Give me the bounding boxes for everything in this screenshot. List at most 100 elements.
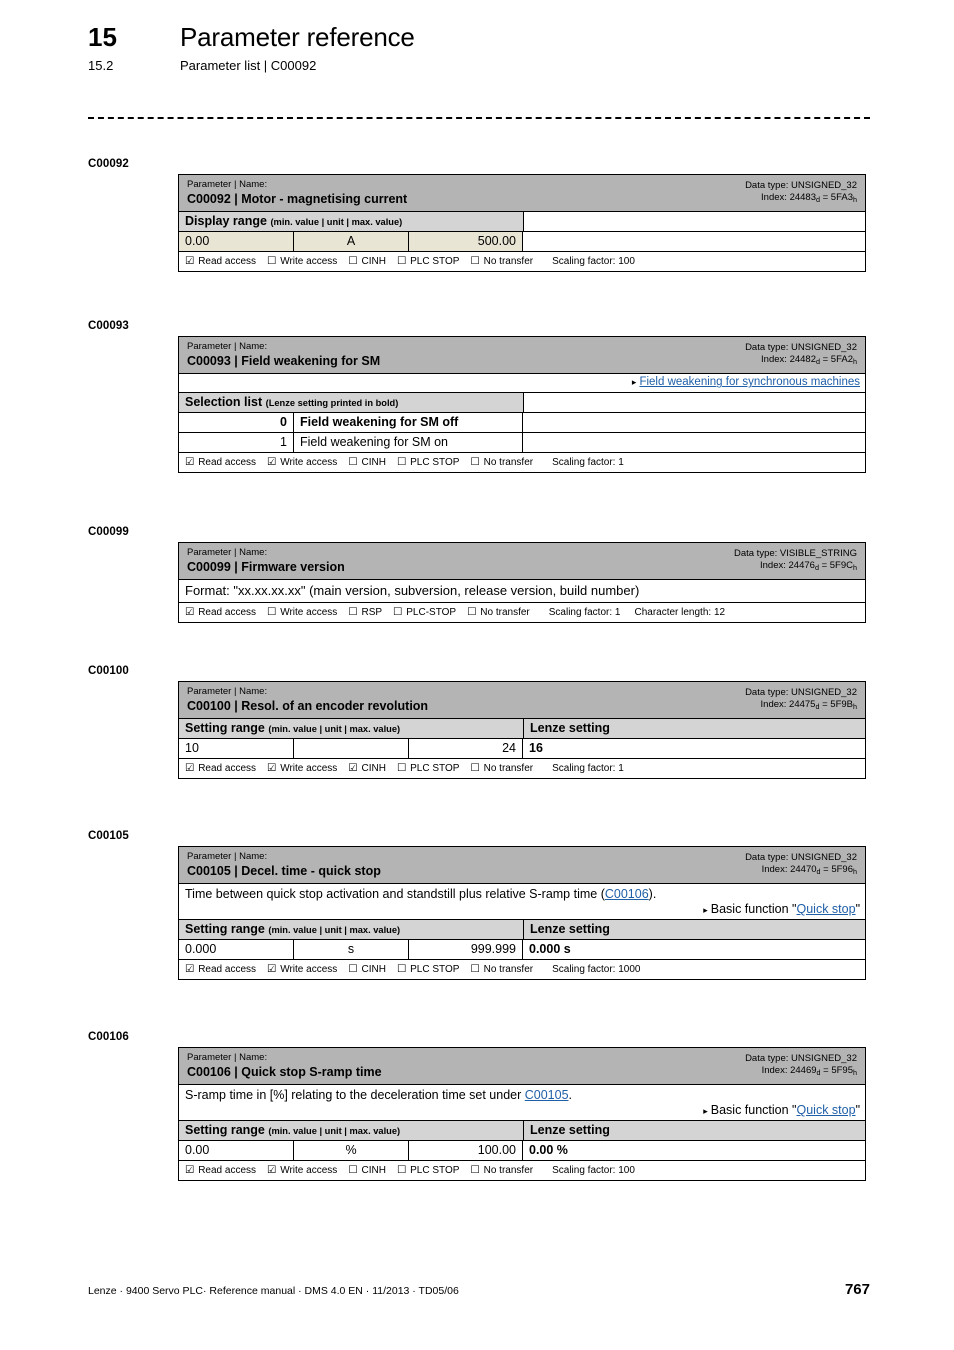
unchecked-box-icon: ☐	[348, 1164, 358, 1177]
lenze-setting-title: Lenze setting	[523, 719, 865, 739]
access-flags-row: ☑ Read access ☐ Write access ☐ CINH ☐ PLC S…	[179, 252, 865, 271]
parameter-table-header: Parameter | Name: C00105 | Decel. time - …	[179, 847, 865, 885]
parameter-meta: Data type: UNSIGNED_32 Index: 24475d = 5F…	[745, 687, 857, 711]
parameter-table: Parameter | Name: C00092 | Motor - magnet…	[178, 174, 866, 273]
parameter-block-c00099: C00099 Parameter | Name: C00099 | Firmware…	[88, 526, 870, 624]
unchecked-box-icon: ☐	[470, 1164, 480, 1177]
parameter-block-c00106: C00106 Parameter | Name: C00106 | Quick st…	[88, 1031, 870, 1182]
selection-index: 1	[179, 433, 294, 453]
selection-list-hint: (Lenze setting printed in bold)	[265, 398, 399, 409]
parameter-index: Index: 24476d = 5F9Ch	[760, 559, 857, 572]
checked-box-icon: ☑	[267, 1164, 277, 1177]
selection-label: Field weakening for SM on	[294, 433, 523, 453]
character-length: Character length: 12	[634, 606, 726, 618]
flag-cinh: ☐ CINH	[348, 1164, 386, 1177]
parameter-code-label: C00093	[88, 320, 129, 332]
range-values-row: 0.000 s 999.999 0.000 s	[179, 940, 865, 961]
lenze-setting-value: 16	[529, 741, 543, 756]
bullet-triangle-icon: ▸	[703, 905, 708, 916]
range-unit	[294, 739, 409, 759]
basic-function-link[interactable]: Quick stop	[797, 902, 856, 916]
flag-cinh: ☐ CINH	[348, 255, 386, 268]
parameter-table-header: Parameter | Name: C00099 | Firmware versi…	[179, 543, 865, 581]
bullet-triangle-icon: ▸	[631, 377, 637, 388]
parameter-code-label: C00099	[88, 526, 129, 538]
checked-box-icon: ☑	[185, 456, 195, 469]
unchecked-box-icon: ☐	[267, 606, 277, 619]
data-type: Data type: UNSIGNED_32	[745, 342, 857, 353]
lenze-setting-value: 0.00 %	[529, 1143, 568, 1158]
range-title: Setting range (min. value | unit | max. …	[179, 1121, 523, 1141]
parameter-identity: Parameter | Name: C00099 | Firmware versi…	[187, 547, 345, 574]
flag-read-access: ☑ Read access	[185, 963, 257, 976]
parameter-block-c00092: C00092 Parameter | Name: C00092 | Motor - …	[88, 158, 870, 273]
flag-write-access: ☑ Write access	[267, 762, 338, 775]
flag-plc-stop: ☐ PLC STOP	[396, 762, 460, 775]
parameter-reference-link[interactable]: C00105	[525, 1088, 569, 1102]
cross-reference-link[interactable]: Field weakening for synchronous machines	[639, 376, 860, 388]
format-description: Format: "xx.xx.xx.xx" (main version, sub…	[179, 580, 865, 604]
flag-no-transfer: ☐ No transfer	[470, 963, 534, 976]
range-min-value: 0.000	[179, 940, 294, 960]
flag-no-transfer: ☐ No transfer	[470, 456, 534, 469]
parameter-name-caption: Parameter | Name:	[187, 179, 268, 190]
flag-cinh: ☐ CINH	[348, 456, 386, 469]
parameter-meta: Data type: UNSIGNED_32 Index: 24469d = 5F…	[745, 1053, 857, 1077]
parameter-description: Time between quick stop activation and s…	[185, 887, 657, 902]
checked-box-icon: ☑	[185, 255, 195, 268]
breadcrumb: Parameter list | C00092	[180, 58, 317, 73]
access-flags-row: ☑ Read access ☐ Write access ☐ RSP ☐ PLC-ST…	[179, 603, 865, 622]
footer-text: Lenze · 9400 Servo PLC· Reference manual…	[88, 1285, 459, 1297]
data-type: Data type: VISIBLE_STRING	[733, 548, 857, 559]
unchecked-box-icon: ☐	[470, 963, 480, 976]
selection-index: 0	[179, 413, 294, 433]
page-header: 15 Parameter reference 15.2 Parameter li…	[88, 22, 878, 73]
flag-cinh: ☐ CINH	[348, 963, 386, 976]
access-flags-row: ☑ Read access ☑ Write access ☐ CINH ☐ PLC S…	[179, 960, 865, 979]
range-hint: (min. value | unit | max. value)	[268, 925, 401, 936]
range-title: Setting range (min. value | unit | max. …	[179, 920, 523, 940]
cross-reference-row: ▸ Field weakening for synchronous machine…	[179, 374, 865, 394]
scaling-factor: Scaling factor: 1	[548, 606, 621, 618]
parameter-index: Index: 24483d = 5FA3h	[761, 191, 857, 204]
parameter-index: Index: 24470d = 5F96h	[761, 863, 857, 876]
flag-write-access: ☑ Write access	[267, 963, 338, 976]
unchecked-box-icon: ☐	[348, 456, 358, 469]
section-number: 15.2	[88, 58, 114, 73]
parameter-name: C00106 | Quick stop S-ramp time	[187, 1064, 382, 1079]
selection-label: Field weakening for SM off	[294, 413, 523, 433]
access-flags-row: ☑ Read access ☑ Write access ☐ CINH ☐ PLC S…	[179, 1161, 865, 1180]
parameter-code-label: C00105	[88, 830, 129, 842]
scaling-factor: Scaling factor: 100	[552, 1164, 635, 1176]
access-flags-row: ☑ Read access ☑ Write access ☐ CINH ☐ PLC S…	[179, 453, 865, 472]
parameter-name: C00092 | Motor - magnetising current	[187, 191, 408, 206]
flag-read-access: ☑ Read access	[185, 456, 257, 469]
parameter-code-label: C00106	[88, 1031, 129, 1043]
unchecked-box-icon: ☐	[348, 255, 358, 268]
basic-function-row: ▸ Basic function "Quick stop"	[179, 902, 865, 921]
parameter-code-label: C00100	[88, 665, 129, 677]
unchecked-box-icon: ☐	[396, 1164, 407, 1177]
parameter-name-caption: Parameter | Name:	[187, 686, 268, 697]
flag-rsp: ☐ RSP	[348, 606, 383, 619]
parameter-block-c00100: C00100 Parameter | Name: C00100 | Resol. o…	[88, 665, 870, 780]
parameter-name: C00105 | Decel. time - quick stop	[187, 863, 381, 878]
page-number: 767	[844, 1281, 870, 1298]
range-unit: A	[294, 232, 409, 252]
flag-read-access: ☑ Read access	[185, 255, 257, 268]
checked-box-icon: ☑	[267, 762, 277, 775]
flag-write-access: ☐ Write access	[267, 606, 338, 619]
flag-read-access: ☑ Read access	[185, 762, 257, 775]
lenze-setting-title	[523, 212, 865, 232]
data-type: Data type: UNSIGNED_32	[745, 852, 857, 863]
range-hint: (min. value | unit | max. value)	[270, 217, 403, 228]
parameter-description: S-ramp time in [%] relating to the decel…	[185, 1088, 573, 1103]
selection-spacer	[523, 433, 865, 452]
checked-box-icon: ☑	[267, 456, 277, 469]
parameter-reference-link[interactable]: C00106	[605, 887, 649, 901]
parameter-index: Index: 24482d = 5FA2h	[761, 353, 857, 366]
range-values-row: 0.00% 100.00 0.00 %	[179, 1141, 865, 1162]
parameter-table-header: Parameter | Name: C00093 | Field weakenin…	[179, 337, 865, 375]
parameter-index: Index: 24475d = 5F9Bh	[760, 698, 857, 711]
basic-function-link[interactable]: Quick stop	[797, 1103, 856, 1117]
